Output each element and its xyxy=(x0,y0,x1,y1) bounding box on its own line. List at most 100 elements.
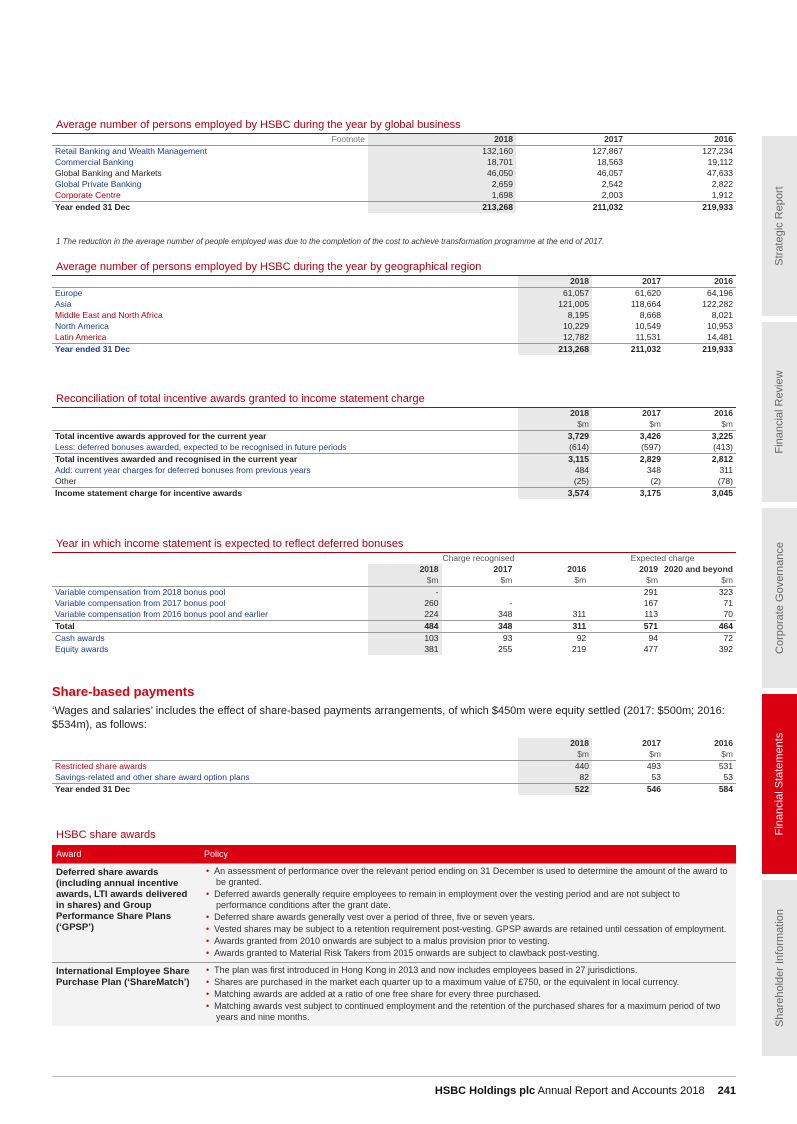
row-label: Other xyxy=(55,476,77,486)
cell: 113 xyxy=(644,609,658,619)
tab-strategic-report[interactable]: Strategic Report xyxy=(762,136,797,316)
row-label: Variable compensation from 2018 bonus po… xyxy=(52,586,368,598)
cell: (2) xyxy=(650,476,661,486)
cell: 8,195 xyxy=(518,310,592,321)
row-label: Add: current year charges for deferred b… xyxy=(55,465,311,475)
table-title: HSBC share awards xyxy=(56,829,156,841)
policy-item: Vested shares may be subject to a retent… xyxy=(214,924,728,935)
cell: 18,563 xyxy=(597,157,623,167)
page-number: 241 xyxy=(717,1085,736,1097)
cell: 53 xyxy=(651,772,661,782)
awards-header-row: Award Policy xyxy=(52,845,736,863)
cell: 255 xyxy=(498,644,513,654)
year-header: 2016 xyxy=(714,134,733,144)
year-header: 2017 xyxy=(604,134,623,144)
unit-header: $m xyxy=(646,575,658,585)
row-label: Variable compensation from 2017 bonus po… xyxy=(55,598,226,608)
row-label: North America xyxy=(55,321,109,331)
policy-item: Matching awards vest subject to continue… xyxy=(214,1001,728,1023)
policy-item: Matching awards are added at a ratio of … xyxy=(214,989,728,1000)
tab-label: Shareholder Information xyxy=(773,908,786,1028)
cell xyxy=(515,586,590,598)
tab-financial-statements[interactable]: Financial Statements xyxy=(762,694,797,874)
table-title: Year in which income statement is expect… xyxy=(52,535,736,553)
cell: - xyxy=(509,598,513,608)
cell xyxy=(515,598,589,609)
cell: 3,729 xyxy=(518,430,592,442)
cell: 70 xyxy=(723,609,733,619)
year-header: 2017 xyxy=(642,276,661,286)
year-header: 2018 xyxy=(518,738,592,749)
tab-label: Strategic Report xyxy=(773,186,786,266)
cell: 260 xyxy=(367,598,442,609)
award-name: International Employee Share Purchase Pl… xyxy=(56,966,190,988)
unit-header: $m xyxy=(574,575,587,585)
cell: 2,659 xyxy=(368,179,516,190)
share-awards-table: HSBC share awards Award Policy Deferred … xyxy=(52,825,736,1026)
cell: 2,812 xyxy=(664,453,736,465)
header-award: Award xyxy=(56,849,82,859)
row-label: Commercial Banking xyxy=(55,157,134,167)
row-label: Global Private Banking xyxy=(55,179,142,189)
group-header-recognised: Charge recognised xyxy=(442,553,515,563)
row-label: Europe xyxy=(52,287,518,299)
policy-item: An assessment of performance over the re… xyxy=(214,866,728,888)
table-title: Average number of persons employed by HS… xyxy=(52,258,736,276)
tab-corporate-governance[interactable]: Corporate Governance xyxy=(762,508,797,688)
award-row: International Employee Share Purchase Pl… xyxy=(52,962,736,1026)
tab-shareholder-information[interactable]: Shareholder Information xyxy=(762,880,797,1056)
row-label: Equity awards xyxy=(55,644,109,654)
cell: 311 xyxy=(572,609,587,619)
row-label: Restricted share awards xyxy=(52,760,518,772)
year-header: 2016 xyxy=(567,564,587,574)
row-label: Global Banking and Markets xyxy=(55,168,162,178)
cell: 213,268 xyxy=(368,201,516,213)
tab-label: Financial Statements xyxy=(773,732,786,836)
cell: 3,045 xyxy=(664,487,736,499)
award-row: Deferred share awards (including annual … xyxy=(52,863,736,962)
cell: 3,115 xyxy=(518,453,592,465)
cell: 167 xyxy=(643,598,658,608)
cell: 211,032 xyxy=(516,201,626,213)
year-header: 2017 xyxy=(493,564,513,574)
cell: 64,196 xyxy=(664,287,736,299)
year-header: 2018 xyxy=(367,564,442,575)
cell: 118,664 xyxy=(630,299,661,309)
cell: 94 xyxy=(589,632,661,644)
cell: (614) xyxy=(518,442,592,454)
cell: 46,050 xyxy=(368,168,516,179)
cell: (413) xyxy=(713,442,733,452)
cell: 3,175 xyxy=(592,487,664,499)
row-label: Asia xyxy=(55,299,72,309)
total-label: Income statement charge for incentive aw… xyxy=(52,487,518,499)
policy-item: Awards granted to Material Risk Takers f… xyxy=(214,948,728,959)
year-header: 2017 xyxy=(642,738,661,748)
award-name: Deferred share awards (including annual … xyxy=(56,867,188,933)
row-label: Middle East and North Africa xyxy=(55,310,163,320)
cell: 522 xyxy=(518,783,592,795)
unit-header: $m xyxy=(649,749,661,759)
unit-header: $m xyxy=(721,419,733,429)
footnote: 1 The reduction in the average number of… xyxy=(56,237,605,246)
cell: 19,112 xyxy=(707,157,733,167)
row-label: Variable compensation from 2016 bonus po… xyxy=(55,609,268,619)
cell: (78) xyxy=(717,476,733,486)
row-label: Total incentives awarded and recognised … xyxy=(52,453,518,465)
year-header: 2016 xyxy=(714,276,733,286)
cell: 1,698 xyxy=(368,190,516,202)
policy-item: Deferred awards generally require employ… xyxy=(214,889,728,911)
cell: 61,620 xyxy=(592,287,664,299)
cell: 61,057 xyxy=(518,287,592,299)
row-label: Less: deferred bonuses awarded, expected… xyxy=(55,442,347,452)
section-heading: Share-based payments xyxy=(52,684,195,699)
cell: 219,933 xyxy=(626,201,736,213)
cell: 477 xyxy=(643,644,658,654)
cell: 8,668 xyxy=(639,310,661,320)
row-label: Cash awards xyxy=(52,632,368,644)
tab-financial-review[interactable]: Financial Review xyxy=(762,322,797,502)
cell: 72 xyxy=(660,632,736,644)
row-label: Corporate Centre xyxy=(55,190,121,200)
cell: 11,531 xyxy=(635,332,661,342)
row-label: Latin America xyxy=(55,332,107,342)
total-label: Year ended 31 Dec xyxy=(52,783,518,795)
